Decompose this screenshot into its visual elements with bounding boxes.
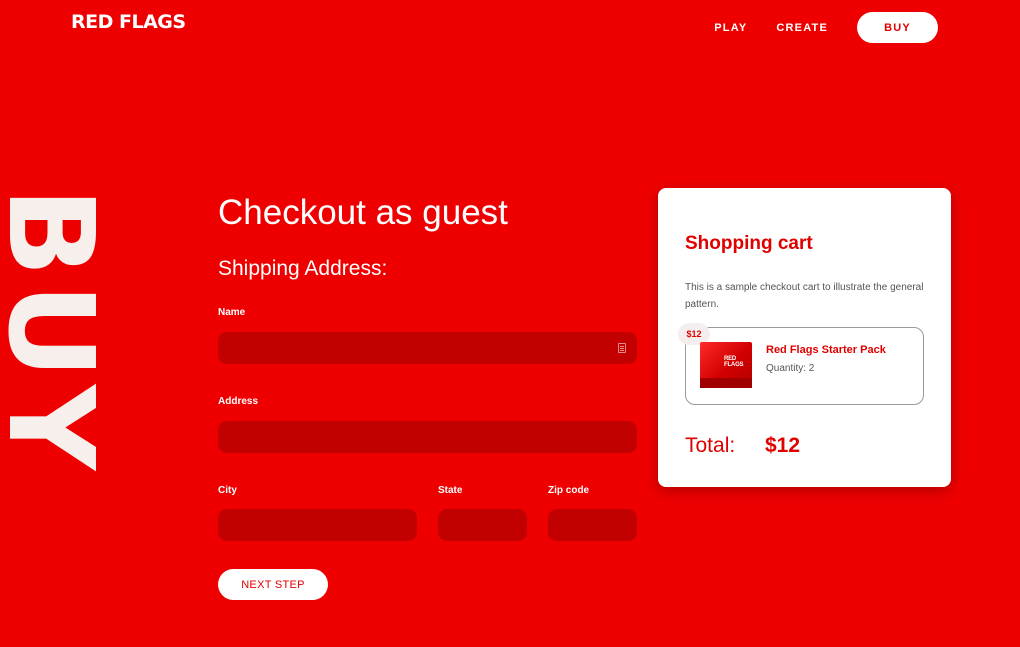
cart-title: Shopping cart — [685, 233, 813, 254]
product-image-label: RED FLAGS — [724, 356, 744, 368]
product-name[interactable]: Red Flags Starter Pack — [766, 344, 886, 356]
address-label: Address — [218, 396, 259, 407]
product-image: RED FLAGS — [700, 342, 752, 388]
cart-description: This is a sample checkout cart to illust… — [685, 282, 924, 310]
nav-create-link[interactable]: CREATE — [776, 22, 828, 34]
state-label: State — [438, 485, 463, 496]
section-subtitle: Shipping Address: — [218, 257, 388, 280]
top-nav: PLAY CREATE BUY — [714, 12, 938, 43]
name-field[interactable] — [218, 332, 637, 364]
total-value: $12 — [765, 434, 801, 457]
shopping-cart-panel: Shopping cart This is a sample checkout … — [658, 188, 951, 487]
state-field[interactable] — [438, 509, 527, 541]
cart-item[interactable]: $12 RED FLAGS Red Flags Starter Pack Qua… — [678, 323, 924, 405]
background-word: BUY — [0, 187, 120, 477]
total-label: Total: — [685, 434, 736, 457]
name-label: Name — [218, 307, 246, 318]
zip-field[interactable] — [548, 509, 637, 541]
nav-play-link[interactable]: PLAY — [714, 22, 747, 34]
product-quantity: Quantity: 2 — [766, 363, 815, 374]
zip-label: Zip code — [548, 485, 590, 496]
nav-buy-button[interactable]: BUY — [857, 12, 938, 43]
city-field[interactable] — [218, 509, 417, 541]
contact-card-icon[interactable] — [618, 343, 626, 353]
next-step-button[interactable]: NEXT STEP — [218, 569, 328, 600]
logo[interactable]: RED FLAGS — [71, 11, 186, 33]
city-label: City — [218, 485, 237, 496]
page-title: Checkout as guest — [218, 193, 508, 232]
address-field[interactable] — [218, 421, 637, 453]
